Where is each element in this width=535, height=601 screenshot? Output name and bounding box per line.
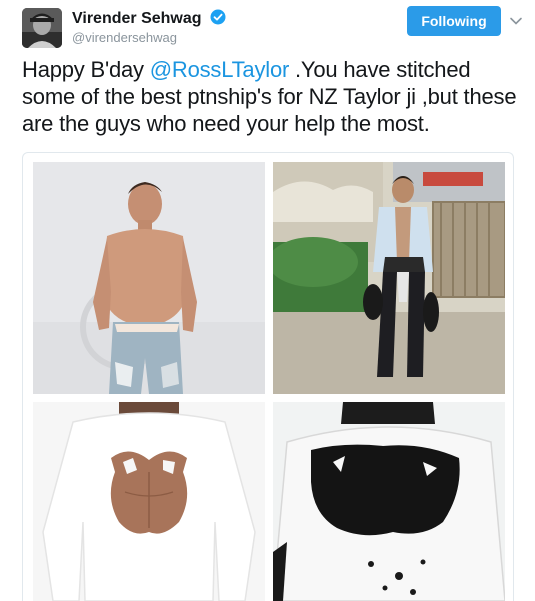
mention-link[interactable]: @RossLTaylor	[150, 57, 290, 82]
photo-man-in-torn-clothes[interactable]	[273, 162, 505, 394]
photo-shredded-tshirt[interactable]	[273, 402, 505, 601]
verified-badge-icon	[210, 9, 226, 25]
user-handle[interactable]: @virendersehwag	[72, 30, 177, 45]
display-name-text[interactable]: Virender Sehwag	[72, 10, 202, 27]
display-name[interactable]: Virender Sehwag	[72, 9, 226, 28]
tweet-header: Virender Sehwag @virendersehwag Followin…	[22, 6, 522, 50]
avatar[interactable]	[22, 8, 62, 48]
tweet-text: Happy B'day @RossLTaylor .You have stitc…	[22, 56, 522, 137]
photo-torn-white-shirt[interactable]	[33, 402, 265, 601]
following-button[interactable]: Following	[407, 6, 501, 36]
tweet-text-start: Happy B'day	[22, 57, 150, 82]
photo-shirtless-model[interactable]	[33, 162, 265, 394]
media-grid	[22, 152, 514, 601]
chevron-down-icon[interactable]	[509, 14, 523, 28]
